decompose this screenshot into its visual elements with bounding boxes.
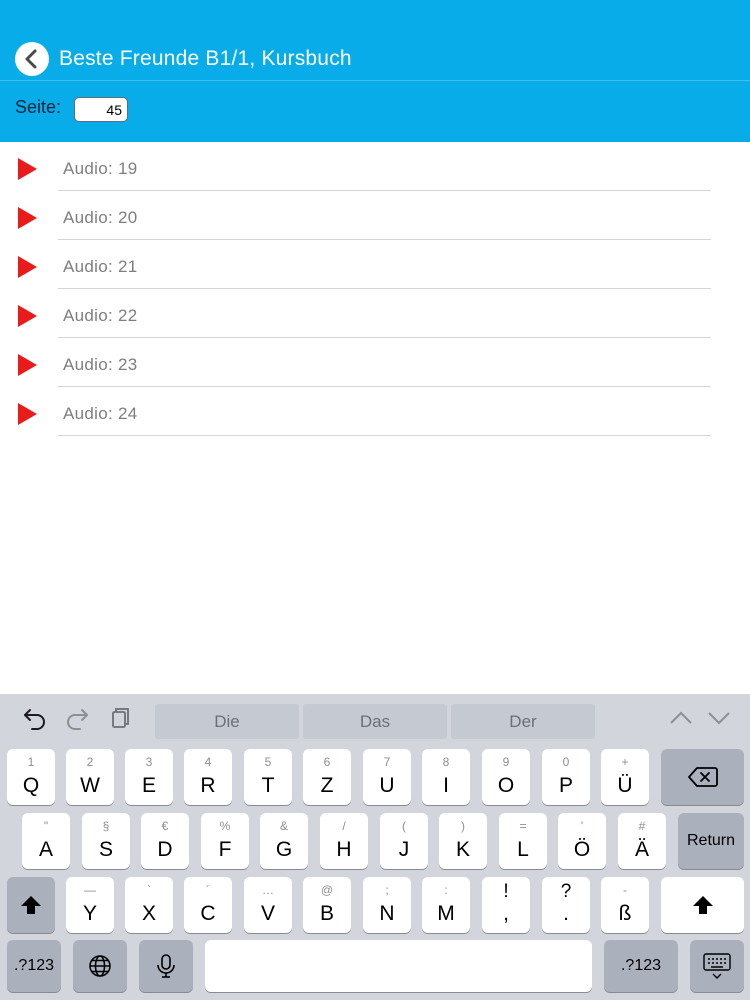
key-t[interactable]: 5T (244, 749, 292, 805)
suggestion-1[interactable]: Die (155, 704, 299, 739)
header-bar: Beste Freunde B1/1, Kursbuch Seite: (0, 0, 750, 142)
shift-icon (7, 877, 55, 933)
keyboard: Die Das Der 1Q 2W 3E 4R 5T 6Z 7U 8I 9O 0… (0, 694, 750, 1000)
header-divider (0, 80, 750, 81)
key-e[interactable]: 3E (125, 749, 173, 805)
key-m[interactable]: :M (422, 877, 470, 933)
key-w[interactable]: 2W (66, 749, 114, 805)
suggestion-2[interactable]: Das (303, 704, 447, 739)
divider (58, 435, 711, 436)
key-oe[interactable]: ' Ö (558, 813, 606, 869)
list-item[interactable]: Audio: 20 (0, 191, 750, 240)
dictation-key[interactable] (139, 940, 193, 992)
chevron-left-icon (25, 49, 37, 69)
key-c[interactable]: ´ C (184, 877, 232, 933)
list-item[interactable]: Audio: 21 (0, 240, 750, 289)
chevron-up-icon[interactable] (668, 708, 694, 728)
play-icon[interactable] (18, 207, 37, 229)
audio-label: Audio: 22 (63, 306, 138, 325)
globe-key[interactable] (73, 940, 127, 992)
play-icon[interactable] (18, 354, 37, 376)
list-item[interactable]: Audio: 23 (0, 338, 750, 387)
key-h[interactable]: / H (320, 813, 368, 869)
audio-label: Audio: 24 (63, 404, 138, 423)
redo-icon[interactable] (62, 704, 92, 730)
key-d[interactable]: € D (141, 813, 189, 869)
key-u[interactable]: 7U (363, 749, 411, 805)
key-o[interactable]: 9O (482, 749, 530, 805)
key-f[interactable]: % F (201, 813, 249, 869)
key-ue[interactable]: + Ü (601, 749, 649, 805)
key-comma[interactable]: !, (482, 877, 530, 933)
delete-key[interactable] (661, 749, 744, 805)
key-a[interactable]: " A (22, 813, 70, 869)
key-b[interactable]: @ B (303, 877, 351, 933)
audio-label: Audio: 20 (63, 208, 138, 227)
play-icon[interactable] (18, 158, 37, 180)
key-g[interactable]: & G (260, 813, 308, 869)
key-n[interactable]: ; N (363, 877, 411, 933)
key-i[interactable]: 8I (422, 749, 470, 805)
chevron-down-icon[interactable] (706, 708, 732, 728)
shift-key-right[interactable] (661, 877, 744, 933)
undo-icon[interactable] (20, 704, 50, 730)
key-x[interactable]: ` X (125, 877, 173, 933)
key-j[interactable]: (J (380, 813, 428, 869)
hide-keyboard-key[interactable] (690, 940, 744, 992)
key-l[interactable]: = L (499, 813, 547, 869)
space-key[interactable] (205, 940, 592, 992)
audio-list: Audio: 19 Audio: 20 Audio: 21 Audio: 22 … (0, 142, 750, 436)
suggestion-3[interactable]: Der (451, 704, 595, 739)
paste-icon[interactable] (104, 704, 134, 730)
play-icon[interactable] (18, 403, 37, 425)
key-period[interactable]: ?. (542, 877, 590, 933)
microphone-icon (139, 940, 193, 992)
numbers-key-left[interactable]: .?123 (7, 940, 61, 992)
page-number-input[interactable] (74, 97, 128, 122)
globe-icon (73, 940, 127, 992)
key-ae[interactable]: # Ä (618, 813, 666, 869)
play-icon[interactable] (18, 305, 37, 327)
shift-icon (661, 877, 744, 933)
page-title: Beste Freunde B1/1, Kursbuch (59, 47, 352, 70)
key-q[interactable]: 1Q (7, 749, 55, 805)
key-v[interactable]: … V (244, 877, 292, 933)
key-k[interactable]: ) K (439, 813, 487, 869)
list-item[interactable]: Audio: 19 (0, 142, 750, 191)
numbers-key-right[interactable]: .?123 (604, 940, 678, 992)
key-r[interactable]: 4R (184, 749, 232, 805)
audio-label: Audio: 19 (63, 159, 138, 178)
list-item[interactable]: Audio: 22 (0, 289, 750, 338)
key-p[interactable]: 0P (542, 749, 590, 805)
keyboard-dismiss-icon (690, 940, 744, 992)
play-icon[interactable] (18, 256, 37, 278)
shift-key-left[interactable] (7, 877, 55, 933)
key-z[interactable]: 6Z (303, 749, 351, 805)
back-button[interactable] (15, 42, 49, 76)
key-s[interactable]: § S (82, 813, 130, 869)
backspace-icon (661, 749, 744, 805)
key-eszett[interactable]: -ß (601, 877, 649, 933)
audio-label: Audio: 21 (63, 257, 138, 276)
page-label: Seite: (15, 97, 62, 117)
key-y[interactable]: — Y (66, 877, 114, 933)
list-item[interactable]: Audio: 24 (0, 387, 750, 436)
return-key[interactable]: Return (678, 813, 744, 869)
audio-label: Audio: 23 (63, 355, 138, 374)
